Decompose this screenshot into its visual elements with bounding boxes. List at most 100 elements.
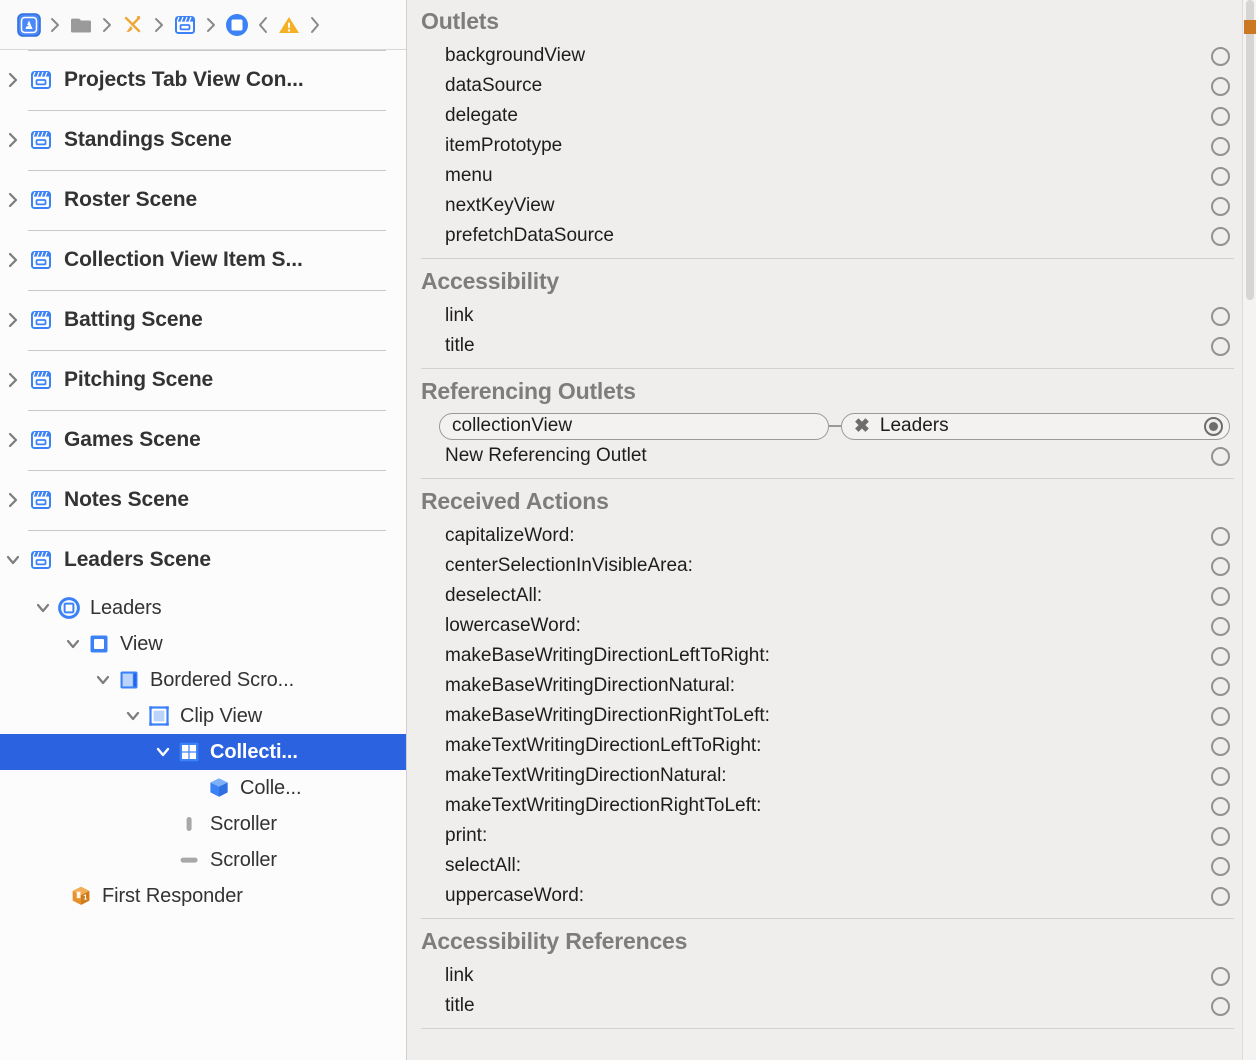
- connection-well[interactable]: [1211, 306, 1230, 326]
- connection-well[interactable]: [1211, 76, 1230, 96]
- connection-well[interactable]: [1211, 706, 1230, 726]
- jump-bar[interactable]: [0, 0, 406, 50]
- outline-row-scene[interactable]: Standings Scene: [0, 110, 406, 170]
- referencing-outlet-connection[interactable]: collectionView ✖ Leaders: [421, 411, 1234, 441]
- disclosure-right-icon[interactable]: [0, 429, 26, 451]
- disclosure-down-icon[interactable]: [0, 549, 26, 571]
- connection-row[interactable]: selectAll:: [421, 851, 1234, 881]
- outlet-target-pill[interactable]: ✖ Leaders: [841, 412, 1230, 440]
- folder-icon[interactable]: [66, 10, 96, 40]
- connection-row[interactable]: deselectAll:: [421, 581, 1234, 611]
- outline-row-scroll-view[interactable]: Bordered Scro...: [0, 662, 406, 698]
- connection-row[interactable]: centerSelectionInVisibleArea:: [421, 551, 1234, 581]
- disclosure-right-icon[interactable]: [0, 309, 26, 331]
- outline-row-view[interactable]: View: [0, 626, 406, 662]
- connection-row[interactable]: itemPrototype: [421, 131, 1234, 161]
- connection-row[interactable]: print:: [421, 821, 1234, 851]
- connection-well[interactable]: [1211, 196, 1230, 216]
- connection-well[interactable]: [1211, 446, 1230, 466]
- outline-row-leaders[interactable]: Leaders: [0, 590, 406, 626]
- outline-row-label: Batting Scene: [64, 308, 203, 331]
- storyboard-file-icon[interactable]: [118, 10, 148, 40]
- connection-row[interactable]: title: [421, 331, 1234, 361]
- document-outline-tree[interactable]: Projects Tab View Con... Standings Scene: [0, 50, 406, 1060]
- connection-row[interactable]: makeTextWritingDirectionNatural:: [421, 761, 1234, 791]
- connection-well[interactable]: [1211, 996, 1230, 1016]
- connection-row[interactable]: nextKeyView: [421, 191, 1234, 221]
- disclosure-down-icon[interactable]: [90, 669, 116, 691]
- connection-well[interactable]: [1211, 556, 1230, 576]
- connection-well[interactable]: [1211, 336, 1230, 356]
- connection-well[interactable]: [1211, 166, 1230, 186]
- connection-row[interactable]: New Referencing Outlet: [421, 441, 1234, 471]
- outline-row-scene[interactable]: Projects Tab View Con...: [0, 50, 406, 110]
- disclosure-down-icon[interactable]: [120, 705, 146, 727]
- outline-row-scroller-vertical[interactable]: Scroller: [0, 806, 406, 842]
- disclosure-down-icon[interactable]: [30, 597, 56, 619]
- connection-well-connected[interactable]: [1204, 416, 1223, 436]
- back-chevron-icon[interactable]: [254, 14, 272, 36]
- connection-row[interactable]: menu: [421, 161, 1234, 191]
- connection-well[interactable]: [1211, 106, 1230, 126]
- warning-icon[interactable]: [274, 10, 304, 40]
- outline-row-scene[interactable]: Leaders Scene: [0, 530, 406, 590]
- view-controller-icon[interactable]: [222, 10, 252, 40]
- disclosure-right-icon[interactable]: [0, 69, 26, 91]
- connection-row[interactable]: makeBaseWritingDirectionRightToLeft:: [421, 701, 1234, 731]
- connection-row[interactable]: title: [421, 991, 1234, 1021]
- connection-row[interactable]: uppercaseWord:: [421, 881, 1234, 911]
- connection-well[interactable]: [1211, 586, 1230, 606]
- outlet-name-pill[interactable]: collectionView: [439, 412, 829, 440]
- connection-row[interactable]: lowercaseWord:: [421, 611, 1234, 641]
- connection-row[interactable]: makeBaseWritingDirectionNatural:: [421, 671, 1234, 701]
- connection-row[interactable]: backgroundView: [421, 41, 1234, 71]
- disclosure-right-icon[interactable]: [0, 369, 26, 391]
- connection-well[interactable]: [1211, 226, 1230, 246]
- connection-well[interactable]: [1211, 826, 1230, 846]
- connection-row[interactable]: prefetchDataSource: [421, 221, 1234, 251]
- outline-row-scene[interactable]: Batting Scene: [0, 290, 406, 350]
- outline-row-collection-view[interactable]: Collecti...: [0, 734, 406, 770]
- outline-row-clip-view[interactable]: Clip View: [0, 698, 406, 734]
- outline-row-scroller-horizontal[interactable]: Scroller: [0, 842, 406, 878]
- outline-row-scene[interactable]: Roster Scene: [0, 170, 406, 230]
- disclosure-right-icon[interactable]: [0, 189, 26, 211]
- connection-well[interactable]: [1211, 616, 1230, 636]
- connection-row[interactable]: makeBaseWritingDirectionLeftToRight:: [421, 641, 1234, 671]
- connection-row[interactable]: link: [421, 301, 1234, 331]
- disconnect-icon[interactable]: ✖: [854, 417, 870, 436]
- disclosure-down-icon[interactable]: [150, 741, 176, 763]
- outline-row-scene[interactable]: Collection View Item S...: [0, 230, 406, 290]
- scene-icon[interactable]: [170, 10, 200, 40]
- connection-row[interactable]: makeTextWritingDirectionRightToLeft:: [421, 791, 1234, 821]
- outline-row-first-responder[interactable]: 1 First Responder: [0, 878, 406, 914]
- connection-well[interactable]: [1211, 136, 1230, 156]
- outline-row-scene[interactable]: Pitching Scene: [0, 350, 406, 410]
- connection-well[interactable]: [1211, 676, 1230, 696]
- connection-well[interactable]: [1211, 46, 1230, 66]
- connection-well[interactable]: [1211, 736, 1230, 756]
- forward-chevron-icon[interactable]: [306, 14, 324, 36]
- connection-well[interactable]: [1211, 796, 1230, 816]
- outline-row-scene[interactable]: Notes Scene: [0, 470, 406, 530]
- scrollbar-thumb[interactable]: [1246, 0, 1254, 300]
- connection-row[interactable]: makeTextWritingDirectionLeftToRight:: [421, 731, 1234, 761]
- connection-well[interactable]: [1211, 966, 1230, 986]
- connection-row[interactable]: delegate: [421, 101, 1234, 131]
- connection-well[interactable]: [1211, 766, 1230, 786]
- connection-row[interactable]: dataSource: [421, 71, 1234, 101]
- disclosure-down-icon[interactable]: [60, 633, 86, 655]
- outline-row-scene[interactable]: Games Scene: [0, 410, 406, 470]
- connection-well[interactable]: [1211, 856, 1230, 876]
- connection-well[interactable]: [1211, 526, 1230, 546]
- inspector-scrollbar[interactable]: [1242, 0, 1256, 1060]
- outline-row-collection-view-item[interactable]: Colle...: [0, 770, 406, 806]
- disclosure-right-icon[interactable]: [0, 129, 26, 151]
- project-icon[interactable]: [14, 10, 44, 40]
- connection-well[interactable]: [1211, 886, 1230, 906]
- connection-well[interactable]: [1211, 646, 1230, 666]
- connection-row[interactable]: link: [421, 961, 1234, 991]
- disclosure-right-icon[interactable]: [0, 249, 26, 271]
- disclosure-right-icon[interactable]: [0, 489, 26, 511]
- connection-row[interactable]: capitalizeWord:: [421, 521, 1234, 551]
